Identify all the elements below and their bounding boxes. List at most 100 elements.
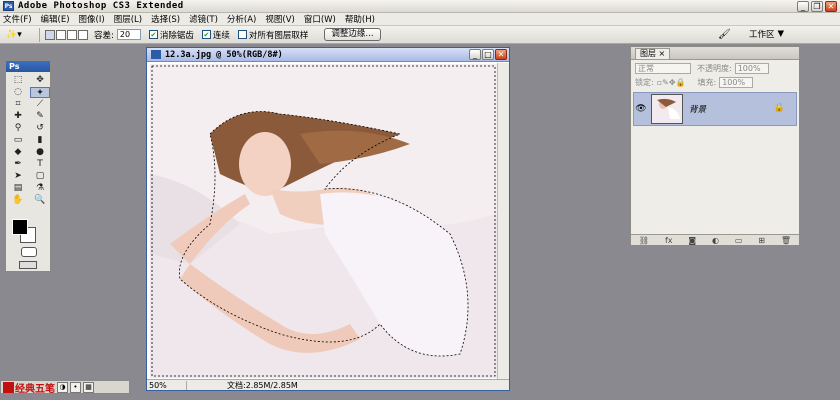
quick-mask-icon[interactable] bbox=[21, 247, 37, 257]
menu-window[interactable]: 窗口(W) bbox=[304, 13, 336, 25]
photo-illustration bbox=[150, 64, 497, 378]
menu-file[interactable]: 文件(F) bbox=[3, 13, 32, 25]
contiguous-checkbox[interactable]: ✔ 连续 bbox=[201, 29, 230, 41]
tab-layers[interactable]: 图层 × bbox=[635, 48, 671, 59]
add-selection-icon[interactable] bbox=[56, 29, 66, 40]
brushes-palette-icon[interactable]: 🖌 bbox=[718, 29, 736, 40]
document-size[interactable]: 文档:2.85M/2.85M bbox=[227, 380, 298, 391]
close-button[interactable]: ✕ bbox=[825, 1, 837, 12]
blur-tool-icon[interactable]: ◆ bbox=[8, 147, 28, 158]
mask-icon[interactable]: ◙ bbox=[688, 236, 696, 245]
type-tool-icon[interactable]: T bbox=[30, 159, 50, 170]
zoom-tool-icon[interactable]: 🔍 bbox=[30, 195, 50, 206]
restore-button[interactable]: ❐ bbox=[811, 1, 823, 12]
ime-flag-icon bbox=[3, 382, 14, 393]
opacity-input[interactable]: 100% bbox=[734, 62, 769, 74]
blend-mode-select[interactable]: 正常 bbox=[635, 62, 691, 74]
menu-filter[interactable]: 滤镜(T) bbox=[189, 13, 218, 25]
marquee-tool-icon[interactable]: ⬚ bbox=[8, 75, 28, 86]
stamp-tool-icon[interactable]: ⚲ bbox=[8, 123, 28, 134]
subtract-selection-icon[interactable] bbox=[67, 29, 77, 40]
menu-help[interactable]: 帮助(H) bbox=[345, 13, 375, 25]
fill-input[interactable]: 100% bbox=[719, 76, 754, 88]
notes-tool-icon[interactable]: ▤ bbox=[8, 183, 28, 194]
refine-edge-button[interactable]: 调整边缘... bbox=[324, 28, 381, 41]
magic-wand-tool-icon[interactable]: ✦ bbox=[30, 87, 50, 98]
screen-mode-icon[interactable] bbox=[19, 261, 37, 269]
doc-minimize-button[interactable]: _ bbox=[469, 49, 481, 60]
menu-analysis[interactable]: 分析(A) bbox=[227, 13, 256, 25]
sample-all-layers-checkbox[interactable]: 对所有图层取样 bbox=[237, 29, 308, 41]
ime-label[interactable]: 经典五笔 bbox=[15, 380, 55, 395]
menu-layer[interactable]: 图层(L) bbox=[114, 13, 142, 25]
foreground-color-swatch[interactable] bbox=[12, 219, 28, 235]
eraser-tool-icon[interactable]: ▭ bbox=[8, 135, 28, 146]
menu-edit[interactable]: 编辑(E) bbox=[41, 13, 70, 25]
moon-icon[interactable]: ◑ bbox=[57, 381, 68, 393]
new-layer-icon[interactable]: ⊞ bbox=[758, 236, 765, 245]
document-status-bar: 50% 文档:2.85M/2.85M bbox=[147, 379, 509, 390]
layer-thumbnail bbox=[651, 94, 683, 124]
layer-lock-icon: 🔒 bbox=[773, 103, 785, 113]
workspace-label: 工作区 bbox=[748, 30, 775, 40]
keyboard-icon[interactable]: ▦ bbox=[83, 381, 94, 393]
ime-toolbar: 经典五笔 ◑ • ▦ bbox=[0, 380, 130, 395]
close-icon[interactable]: × bbox=[659, 49, 666, 58]
fx-icon[interactable]: fx bbox=[665, 236, 673, 245]
doc-maximize-button[interactable]: □ bbox=[482, 49, 494, 60]
group-icon[interactable]: ▭ bbox=[735, 236, 743, 245]
title-bar: Ps Adobe Photoshop CS3 Extended _ ❐ ✕ bbox=[0, 0, 840, 13]
menu-select[interactable]: 选择(S) bbox=[151, 13, 180, 25]
trash-icon[interactable]: 🗑 bbox=[781, 236, 791, 245]
divider bbox=[39, 27, 40, 42]
pen-tool-icon[interactable]: ✒ bbox=[8, 159, 28, 170]
gradient-tool-icon[interactable]: ▮ bbox=[30, 135, 50, 146]
link-layers-icon[interactable]: ⛓ bbox=[639, 236, 649, 245]
move-tool-icon[interactable]: ✥ bbox=[30, 75, 50, 86]
toolbox-panel: Ps ⬚ ✥ ◌ ✦ ⌗ ⟋ ✚ ✎ ⚲ ↺ ▭ ▮ ◆ ● ✒ T ➤ ▢ ▤… bbox=[5, 60, 51, 272]
image-canvas[interactable] bbox=[150, 64, 497, 378]
menu-view[interactable]: 视图(V) bbox=[265, 13, 294, 25]
lasso-tool-icon[interactable]: ◌ bbox=[8, 87, 28, 98]
crop-tool-icon[interactable]: ⌗ bbox=[8, 99, 28, 110]
vertical-scrollbar[interactable] bbox=[497, 63, 509, 379]
zoom-level[interactable]: 50% bbox=[147, 380, 187, 390]
minimize-button[interactable]: _ bbox=[797, 1, 809, 12]
path-select-icon[interactable]: ➤ bbox=[8, 171, 28, 182]
new-selection-icon[interactable] bbox=[45, 29, 55, 40]
tolerance-label: 容差: bbox=[94, 30, 114, 41]
eye-icon[interactable]: 👁 bbox=[634, 104, 648, 114]
adjustment-icon[interactable]: ◐ bbox=[712, 236, 719, 245]
contiguous-label: 连续 bbox=[212, 30, 230, 41]
document-title-bar[interactable]: 12.3a.jpg @ 50%(RGB/8#) _ □ ✕ bbox=[147, 48, 509, 62]
dodge-tool-icon[interactable]: ● bbox=[30, 147, 50, 158]
layer-row-background[interactable]: 👁 背景 bbox=[633, 92, 797, 126]
shape-tool-icon[interactable]: ▢ bbox=[30, 171, 50, 182]
hand-tool-icon[interactable]: ✋ bbox=[8, 195, 28, 206]
lock-label: 锁定: bbox=[635, 77, 654, 87]
punctuation-icon[interactable]: • bbox=[70, 381, 81, 393]
slice-tool-icon[interactable]: ⟋ bbox=[30, 99, 50, 110]
menu-bar: 文件(F) 编辑(E) 图像(I) 图层(L) 选择(S) 滤镜(T) 分析(A… bbox=[0, 13, 840, 26]
doc-close-button[interactable]: ✕ bbox=[495, 49, 507, 60]
lock-options-icon[interactable]: ▫✎✥🔒 bbox=[657, 78, 686, 87]
document-window: 12.3a.jpg @ 50%(RGB/8#) _ □ ✕ 50% 文档:2.8… bbox=[146, 47, 510, 391]
menu-image[interactable]: 图像(I) bbox=[79, 13, 105, 25]
options-bar: ✨▾ 容差: 20 ✔ 消除锯齿 ✔ 连续 对所有图层取样 调整边缘... 🖌 … bbox=[0, 26, 840, 44]
chevron-down-icon: ▼ bbox=[777, 29, 784, 39]
tab-layers-label: 图层 bbox=[640, 49, 656, 58]
eyedropper-tool-icon[interactable]: ⚗ bbox=[30, 183, 50, 194]
toolbox-header[interactable]: Ps bbox=[6, 61, 50, 72]
magic-wand-preset-icon[interactable]: ✨▾ bbox=[6, 28, 34, 42]
intersect-selection-icon[interactable] bbox=[78, 29, 88, 40]
antialias-checkbox[interactable]: ✔ 消除锯齿 bbox=[148, 29, 194, 41]
tolerance-input[interactable]: 20 bbox=[116, 29, 141, 40]
lock-fill-row: 锁定: ▫✎✥🔒 填充: 100% bbox=[635, 76, 795, 88]
history-brush-icon[interactable]: ↺ bbox=[30, 123, 50, 134]
workspace-menu[interactable]: 工作区 ▼ bbox=[749, 28, 784, 40]
brush-tool-icon[interactable]: ✎ bbox=[30, 111, 50, 122]
healing-tool-icon[interactable]: ✚ bbox=[8, 111, 28, 122]
antialias-label: 消除锯齿 bbox=[159, 30, 194, 41]
window-controls: _ ❐ ✕ bbox=[797, 1, 837, 12]
document-title: 12.3a.jpg @ 50%(RGB/8#) bbox=[165, 49, 283, 60]
